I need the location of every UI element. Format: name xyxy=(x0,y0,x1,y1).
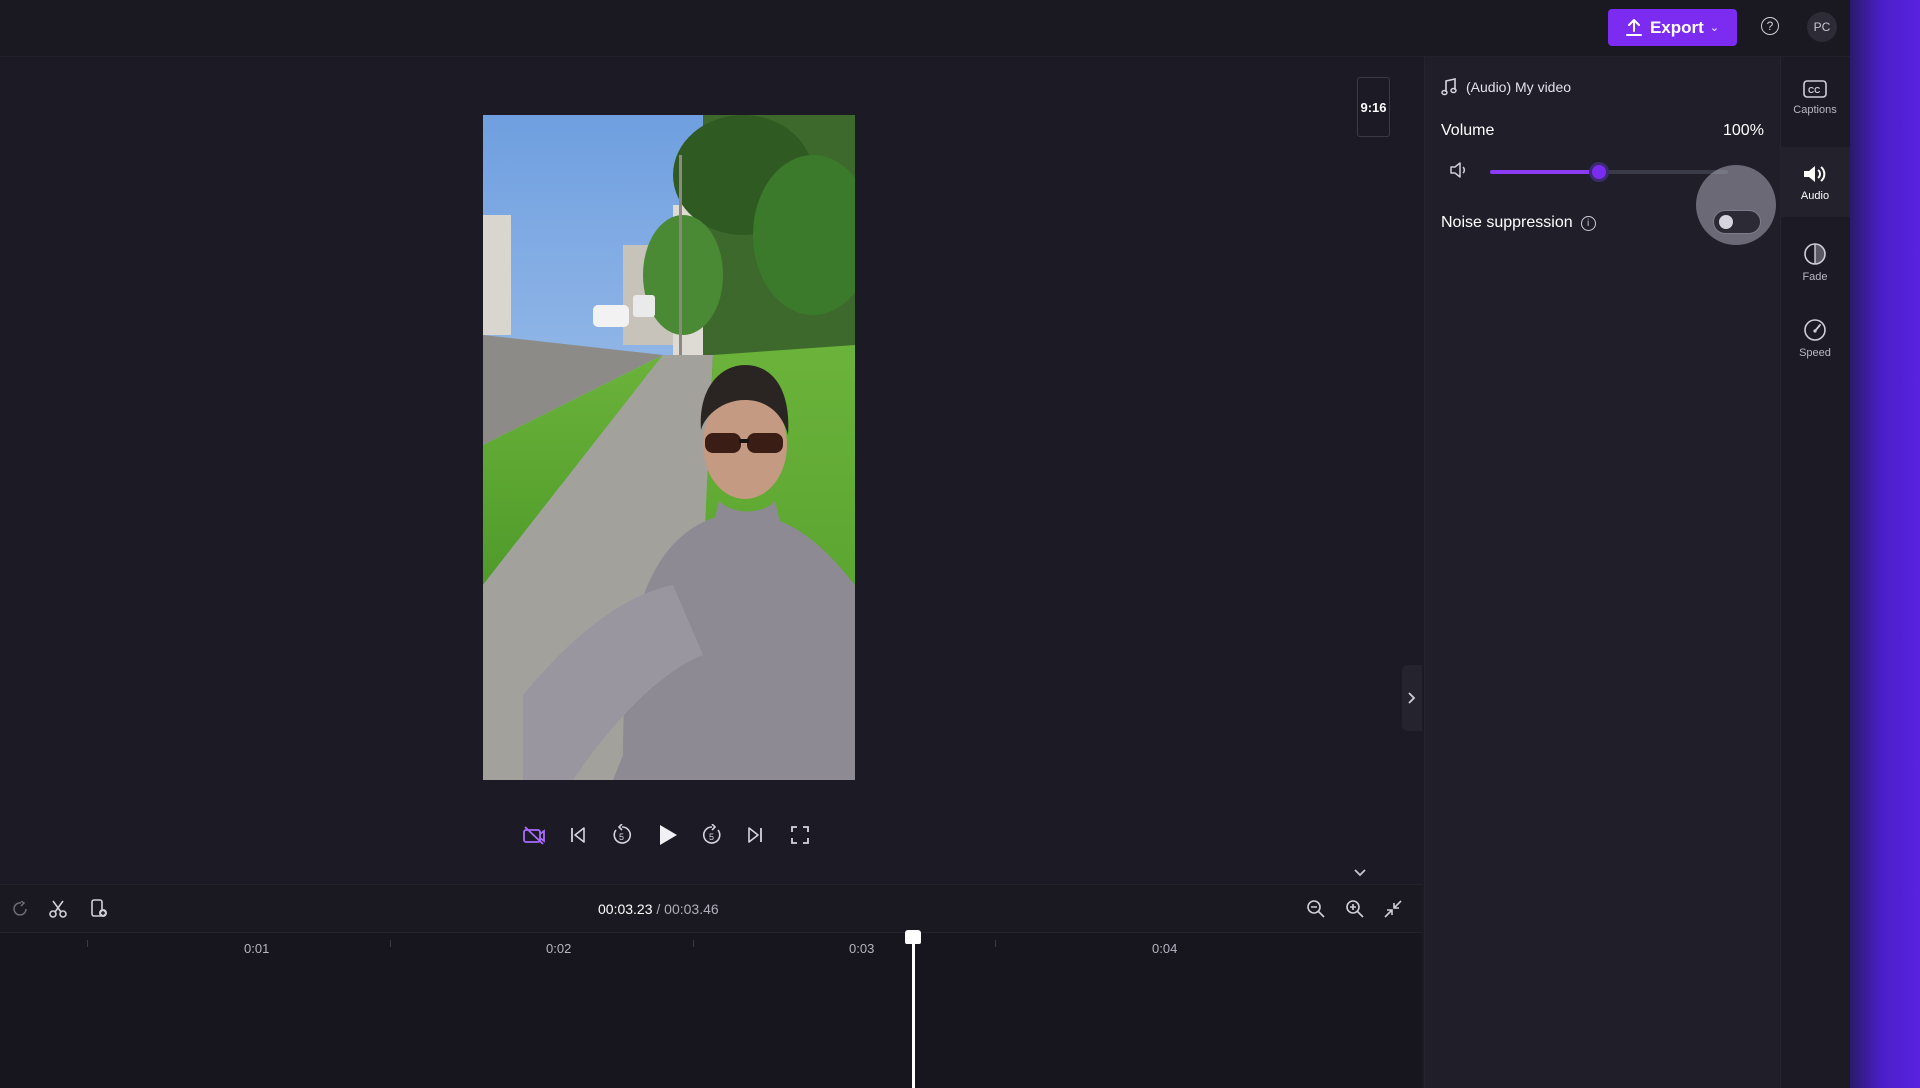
volume-slider[interactable] xyxy=(1490,162,1728,182)
skip-to-start-icon[interactable] xyxy=(565,822,591,848)
tab-fade-label: Fade xyxy=(1802,270,1828,283)
export-button[interactable]: Export ⌄ xyxy=(1608,9,1737,46)
noise-suppression-label: Noise suppression xyxy=(1441,214,1573,231)
svg-text:5: 5 xyxy=(709,832,714,842)
tick-minor xyxy=(390,940,391,947)
speaker-icon[interactable] xyxy=(1449,160,1471,185)
fit-to-screen-icon[interactable] xyxy=(1382,898,1404,920)
zoom-in-icon[interactable] xyxy=(1344,898,1366,920)
toggle-knob xyxy=(1719,215,1733,229)
tab-speed-label: Speed xyxy=(1799,346,1831,359)
tab-fade[interactable]: Fade xyxy=(1780,227,1850,297)
tab-audio[interactable]: Audio xyxy=(1780,147,1850,217)
tick-label: 0:04 xyxy=(1152,941,1178,956)
tick-minor xyxy=(693,940,694,947)
fullscreen-icon[interactable] xyxy=(787,822,813,848)
tab-speed[interactable]: Speed xyxy=(1780,303,1850,373)
scissors-icon[interactable] xyxy=(47,898,69,920)
speedometer-icon xyxy=(1804,318,1826,341)
play-icon[interactable] xyxy=(655,822,681,848)
volume-value: 100% xyxy=(1723,122,1764,139)
noise-suppression-toggle[interactable] xyxy=(1713,210,1761,234)
avatar[interactable]: PC xyxy=(1807,12,1837,42)
noise-suppression-row: Noise suppression i xyxy=(1441,214,1596,232)
magic-video-icon[interactable] xyxy=(521,822,547,848)
playhead-handle[interactable] xyxy=(905,930,921,944)
captions-icon: CC xyxy=(1803,79,1827,98)
volume-slider-fill xyxy=(1490,170,1600,174)
collapse-timeline-chevron-icon[interactable] xyxy=(1350,866,1370,880)
help-icon[interactable]: ? xyxy=(1761,17,1779,35)
editor-window: Export ⌄ ? PC 9:16 5 5 00:03.23 / 00:03.… xyxy=(0,0,1850,1088)
current-time: 00:03.23 xyxy=(598,901,653,917)
duplicate-icon[interactable] xyxy=(88,898,110,920)
forward-5-icon[interactable]: 5 xyxy=(699,822,725,848)
svg-text:5: 5 xyxy=(619,832,624,842)
skip-to-end-icon[interactable] xyxy=(742,822,768,848)
rewind-5-icon[interactable]: 5 xyxy=(609,822,635,848)
time-separator: / xyxy=(656,901,661,917)
volume-label: Volume xyxy=(1441,122,1495,139)
redo-icon[interactable] xyxy=(10,898,32,920)
music-note-icon xyxy=(1441,78,1457,96)
volume-slider-thumb[interactable] xyxy=(1589,162,1610,182)
background-glow xyxy=(1850,0,1920,1088)
aspect-ratio-button[interactable]: 9:16 xyxy=(1357,77,1390,137)
audio-title-text: (Audio) My video xyxy=(1466,79,1572,95)
tick-label: 0:03 xyxy=(849,941,875,956)
chevron-down-icon: ⌄ xyxy=(1709,22,1720,34)
fade-icon xyxy=(1804,242,1826,265)
zoom-out-icon[interactable] xyxy=(1305,898,1327,920)
playhead-line[interactable] xyxy=(912,942,915,1088)
info-icon[interactable]: i xyxy=(1580,215,1596,231)
video-preview xyxy=(483,115,855,780)
svg-text:CC: CC xyxy=(1808,85,1820,95)
time-readout: 00:03.23 / 00:03.46 xyxy=(598,901,719,917)
top-bar: Export ⌄ ? PC xyxy=(0,0,1850,57)
tab-captions-label: Captions xyxy=(1793,103,1837,116)
video-frame-image xyxy=(483,115,855,780)
tick-label: 0:02 xyxy=(546,941,572,956)
audio-clip-title: (Audio) My video xyxy=(1441,78,1571,96)
tick-minor xyxy=(995,940,996,947)
expand-panel-chevron-icon[interactable] xyxy=(1402,665,1422,731)
export-label: Export xyxy=(1649,17,1704,37)
speaker-icon xyxy=(1804,165,1826,182)
tick-minor xyxy=(87,940,88,947)
upload-icon xyxy=(1625,18,1642,36)
tab-captions[interactable]: CC Captions xyxy=(1780,62,1850,132)
tab-audio-label: Audio xyxy=(1800,189,1830,202)
tick-label: 0:01 xyxy=(244,941,270,956)
timeline-track-area[interactable] xyxy=(0,932,1422,1088)
total-time: 00:03.46 xyxy=(664,901,719,917)
